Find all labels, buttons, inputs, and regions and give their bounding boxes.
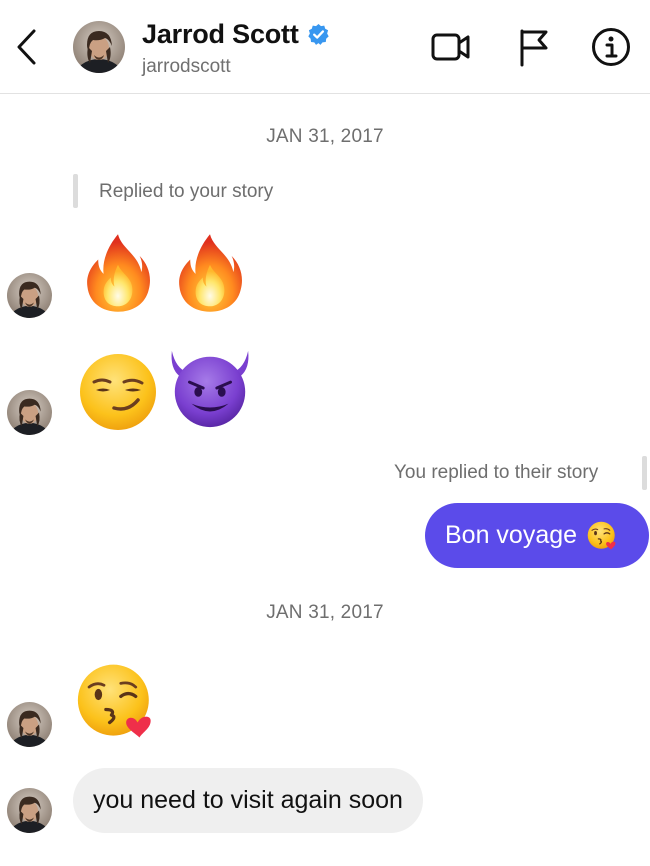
smirking-face-emoji[interactable] [78,352,158,432]
conversation-header: Jarrod Scott jarrodscott [0,0,650,94]
video-call-button[interactable] [430,26,472,68]
sender-avatar[interactable] [7,390,52,435]
contact-name-row[interactable]: Jarrod Scott [142,17,330,51]
report-button[interactable] [512,26,554,68]
story-reply-indicator [642,456,647,490]
fire-emoji[interactable] [174,230,246,316]
fire-emoji[interactable] [82,230,154,316]
face-blowing-a-kiss-emoji[interactable] [76,662,160,742]
conversation-info-button[interactable] [590,26,632,68]
story-reply-label: Replied to your story [99,181,274,202]
smiling-face-with-horns-emoji[interactable] [166,346,254,430]
flag-icon [520,29,548,67]
story-reply-indicator [73,174,78,208]
sender-avatar[interactable] [7,273,52,318]
video-call-icon [431,33,470,61]
outgoing-message-text: Bon voyage [445,521,578,549]
story-reply-label: You replied to their story [394,462,599,483]
contact-name: Jarrod Scott [142,18,299,49]
sender-avatar[interactable] [7,702,52,747]
face-blowing-a-kiss-emoji [587,520,619,552]
incoming-message-bubble[interactable]: you need to visit again soon [73,768,423,833]
chevron-left-icon [17,29,36,65]
contact-avatar[interactable] [73,21,125,73]
incoming-message-text: you need to visit again soon [93,786,403,814]
outgoing-message-bubble[interactable]: Bon voyage [425,503,649,568]
back-button[interactable] [8,24,44,70]
date-separator: JAN 31, 2017 [266,602,384,623]
info-icon [592,28,630,66]
sender-avatar[interactable] [7,788,52,833]
verified-badge-icon [307,23,329,45]
contact-username: jarrodscott [142,56,231,77]
date-separator: JAN 31, 2017 [266,126,384,147]
